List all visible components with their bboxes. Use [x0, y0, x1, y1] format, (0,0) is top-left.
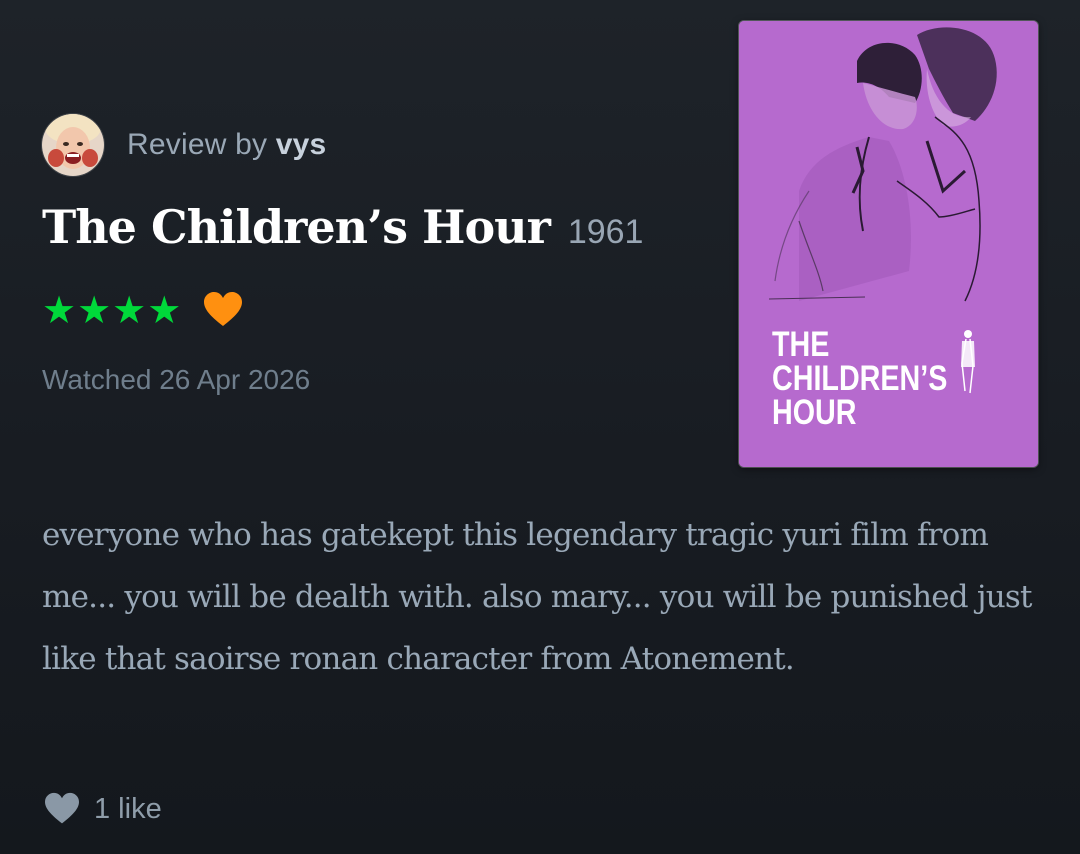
avatar-image	[42, 114, 104, 176]
reviewer-header: Review by vys	[42, 114, 326, 176]
reviewer-username-link[interactable]: vys	[276, 128, 327, 161]
film-year-link[interactable]: 1961	[568, 213, 644, 252]
poster-title-line: HOUR	[772, 393, 857, 432]
review-text: everyone who has gatekept this legendary…	[42, 517, 1032, 677]
byline-prefix: Review by	[127, 128, 276, 161]
watched-date: Watched 26 Apr 2026	[42, 364, 311, 395]
poster-title-line: CHILDREN’S	[772, 359, 948, 398]
liked-heart-icon	[204, 292, 243, 326]
star-rating: ★★★★	[42, 288, 183, 332]
film-poster[interactable]: THE CHILDREN’S HOUR	[739, 21, 1038, 467]
likes-row[interactable]: 1 like	[42, 792, 162, 826]
poster-title: THE CHILDREN’S HOUR	[772, 325, 961, 432]
film-title-link[interactable]: The Children’s Hour	[42, 200, 551, 254]
rating-row: ★★★★	[42, 290, 244, 330]
film-title-row: The Children’s Hour 1961	[42, 200, 643, 254]
avatar[interactable]	[42, 114, 104, 176]
likes-count[interactable]: 1 like	[94, 793, 162, 826]
review-byline: Review by vys	[127, 128, 326, 162]
heart-icon[interactable]	[42, 792, 82, 826]
poster-title-line: THE	[772, 325, 830, 364]
